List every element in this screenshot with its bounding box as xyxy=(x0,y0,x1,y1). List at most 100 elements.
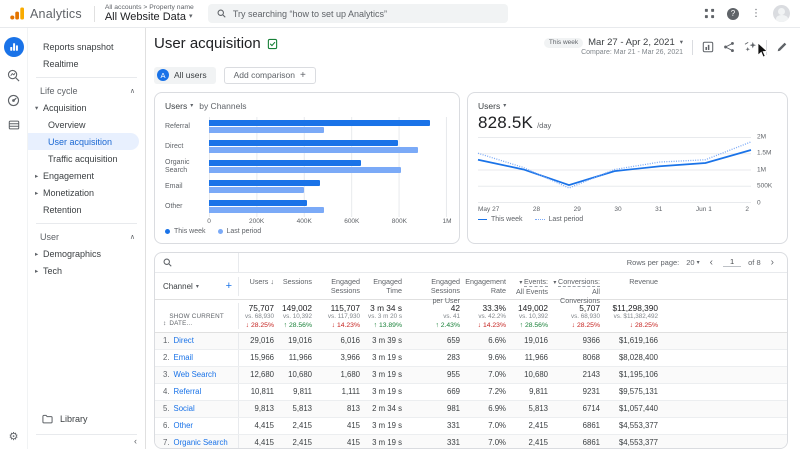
next-page-icon[interactable]: › xyxy=(768,257,777,268)
nav-section-user[interactable]: User ∧ xyxy=(28,229,145,245)
page-number-input[interactable]: 1 xyxy=(722,257,742,268)
report-info-icon[interactable] xyxy=(267,38,278,50)
cell-users: 12,680 xyxy=(250,370,274,380)
cell-engaged: 3 m 19 s xyxy=(372,370,402,380)
bar-email-this-week[interactable] xyxy=(209,180,320,187)
bar-organic-search-this-week[interactable] xyxy=(209,160,362,167)
cell-revenue: $4,553,377 xyxy=(618,438,658,448)
configure-nav-icon[interactable] xyxy=(8,119,20,131)
cell-engaged: 415 xyxy=(346,421,360,431)
column-channel[interactable]: Channel ▾ + xyxy=(155,276,239,296)
cell-revenue: $4,553,377 xyxy=(618,421,658,431)
insights-icon[interactable] xyxy=(744,41,757,53)
table-search-icon[interactable] xyxy=(163,258,172,267)
bar-email-last-period[interactable] xyxy=(209,187,305,194)
bar-other-last-period[interactable] xyxy=(209,207,325,214)
column-conversions[interactable]: ▾ Conversions: All Conversions xyxy=(553,276,605,305)
segment-chip-all-users[interactable]: A All users xyxy=(154,66,216,84)
rows-per-page-select[interactable]: 20 ▾ xyxy=(686,258,699,267)
sidebar-item-demographics[interactable]: ▸ Demographics xyxy=(28,245,145,262)
add-column-icon[interactable]: + xyxy=(226,280,232,292)
line-metric-dropdown[interactable]: Users xyxy=(478,101,500,111)
cell-conversions: 8068 xyxy=(582,353,600,363)
search-input[interactable]: Try searching “how to set up Analytics” xyxy=(207,4,508,23)
line-plot xyxy=(478,136,751,203)
date-range-picker[interactable]: This week Mar 27 - Apr 2, 2021 ▾ Compare… xyxy=(543,37,683,58)
table-row-other[interactable]: 6. Other 4,415 2,415 415 3 m 19 s 331 7.0% 2,415… xyxy=(155,417,787,435)
sidebar-item-overview[interactable]: Overview xyxy=(28,116,145,133)
cell-engaged-sessions: 283 xyxy=(446,353,460,363)
x-tick: 400K xyxy=(296,217,312,225)
sidebar-item-user-acquisition[interactable]: User acquisition xyxy=(28,133,139,150)
column-sessions[interactable]: Sessions xyxy=(279,277,317,296)
sidebar-item-reports-snapshot[interactable]: Reports snapshot xyxy=(28,38,145,55)
sidebar-item-engagement[interactable]: ▸ Engagement xyxy=(28,167,145,184)
sidebar-item-monetization[interactable]: ▸ Monetization xyxy=(28,184,145,201)
sidebar-item-traffic-acquisition[interactable]: Traffic acquisition xyxy=(28,150,145,167)
column-engaged[interactable]: Engaged Sessions xyxy=(317,277,365,296)
sidebar-item-realtime[interactable]: Realtime xyxy=(28,55,145,72)
prev-page-icon[interactable]: ‹ xyxy=(707,257,716,268)
channel-link[interactable]: Organic Search xyxy=(174,438,228,447)
avatar[interactable] xyxy=(773,5,790,22)
sidebar-item-retention[interactable]: Retention xyxy=(28,201,145,218)
date-range: Mar 27 - Apr 2, 2021 xyxy=(588,37,675,48)
channel-link[interactable]: Email xyxy=(174,353,194,362)
sidebar-item-library[interactable]: Library xyxy=(28,410,145,428)
report-snapshot-card-icon[interactable] xyxy=(702,41,714,53)
x-tick: 800K xyxy=(391,217,407,225)
bar-group-organic-search: Organic Search xyxy=(165,157,449,177)
show-current-date-control[interactable]: ↕ SHOW CURRENT DATE... xyxy=(155,302,239,329)
bar-direct-this-week[interactable] xyxy=(209,140,399,147)
channel-link[interactable]: Other xyxy=(174,421,194,430)
table-row-web-search[interactable]: 3. Web Search 12,680 10,680 1,680 3 m 19 s 955… xyxy=(155,366,787,384)
bar-organic-search-last-period[interactable] xyxy=(209,167,401,174)
reports-nav-icon[interactable] xyxy=(3,37,24,57)
channel-link[interactable]: Social xyxy=(174,404,195,413)
apps-grid-icon[interactable] xyxy=(704,8,715,19)
y-tick: 500K xyxy=(757,182,773,190)
bar-other-this-week[interactable] xyxy=(209,200,307,207)
table-row-direct[interactable]: 1. Direct 29,016 19,016 6,016 3 m 39 s 659 6.6%… xyxy=(155,332,787,350)
bar-metric-dropdown[interactable]: Users xyxy=(165,101,187,111)
property-switcher[interactable]: All accounts > Property name All Website… xyxy=(105,4,194,24)
bar-referral-this-week[interactable] xyxy=(209,120,431,127)
sidebar-item-acquisition[interactable]: ▾ Acquisition xyxy=(28,99,145,116)
add-comparison-button[interactable]: Add comparison + xyxy=(223,66,316,84)
line-series-last-period xyxy=(478,142,751,188)
column-engagement[interactable]: Engagement Rate xyxy=(465,277,511,296)
legend-dot xyxy=(165,228,170,234)
column-engaged-sessions[interactable]: Engaged Sessions per User xyxy=(407,277,465,305)
sidebar-item-label: Realtime xyxy=(43,58,79,69)
help-icon[interactable]: ? xyxy=(727,7,739,20)
bar-referral-last-period[interactable] xyxy=(209,127,325,134)
cell-engagement: 7.0% xyxy=(488,370,506,380)
bar-category-label: Organic Search xyxy=(165,158,190,174)
sidebar-item-tech[interactable]: ▸ Tech xyxy=(28,262,145,279)
table-row-social[interactable]: 5. Social 9,813 5,813 813 2 m 34 s 981 6.9% 5,81… xyxy=(155,400,787,418)
column-events[interactable]: ▾ Events: All Events xyxy=(511,276,553,296)
share-icon[interactable] xyxy=(723,41,735,53)
table-row-email[interactable]: 2. Email 15,966 11,966 3,966 3 m 19 s 283 9.6% 1… xyxy=(155,349,787,367)
channel-link[interactable]: Web Search xyxy=(174,370,217,379)
totals-sessions: 149,002 vs. 10,392 ↑ 28.56% xyxy=(279,303,317,329)
cell-conversions: 6861 xyxy=(582,421,600,431)
segment-a-icon: A xyxy=(157,69,169,82)
table-row-organic-search[interactable]: 7. Organic Search 4,415 2,415 415 3 m 19 s 331… xyxy=(155,434,787,448)
advertising-nav-icon[interactable] xyxy=(7,94,20,107)
table-row-referral[interactable]: 4. Referral 10,811 9,811 1,111 3 m 19 s 669 7.2… xyxy=(155,383,787,401)
chevron-down-icon: ▾ xyxy=(190,103,194,110)
explore-nav-icon[interactable] xyxy=(7,69,20,82)
channel-link[interactable]: Direct xyxy=(174,336,194,345)
admin-gear-icon[interactable]: ⚙ xyxy=(9,430,19,443)
totals-engaged-sessions: 42 vs. 41 ↑ 2.43% xyxy=(407,303,465,329)
edit-pencil-icon[interactable] xyxy=(776,41,788,53)
bar-direct-last-period[interactable] xyxy=(209,147,419,154)
collapse-sidenav-icon[interactable]: ‹ xyxy=(134,436,137,446)
nav-section-life-cycle[interactable]: Life cycle ∧ xyxy=(28,83,145,99)
column-engaged[interactable]: Engaged Time xyxy=(365,277,407,296)
column-revenue[interactable]: Revenue xyxy=(605,277,663,296)
channel-link[interactable]: Referral xyxy=(174,387,202,396)
column-users[interactable]: Users ↓ xyxy=(239,277,279,296)
more-options-icon[interactable]: ⋮ xyxy=(751,8,761,19)
